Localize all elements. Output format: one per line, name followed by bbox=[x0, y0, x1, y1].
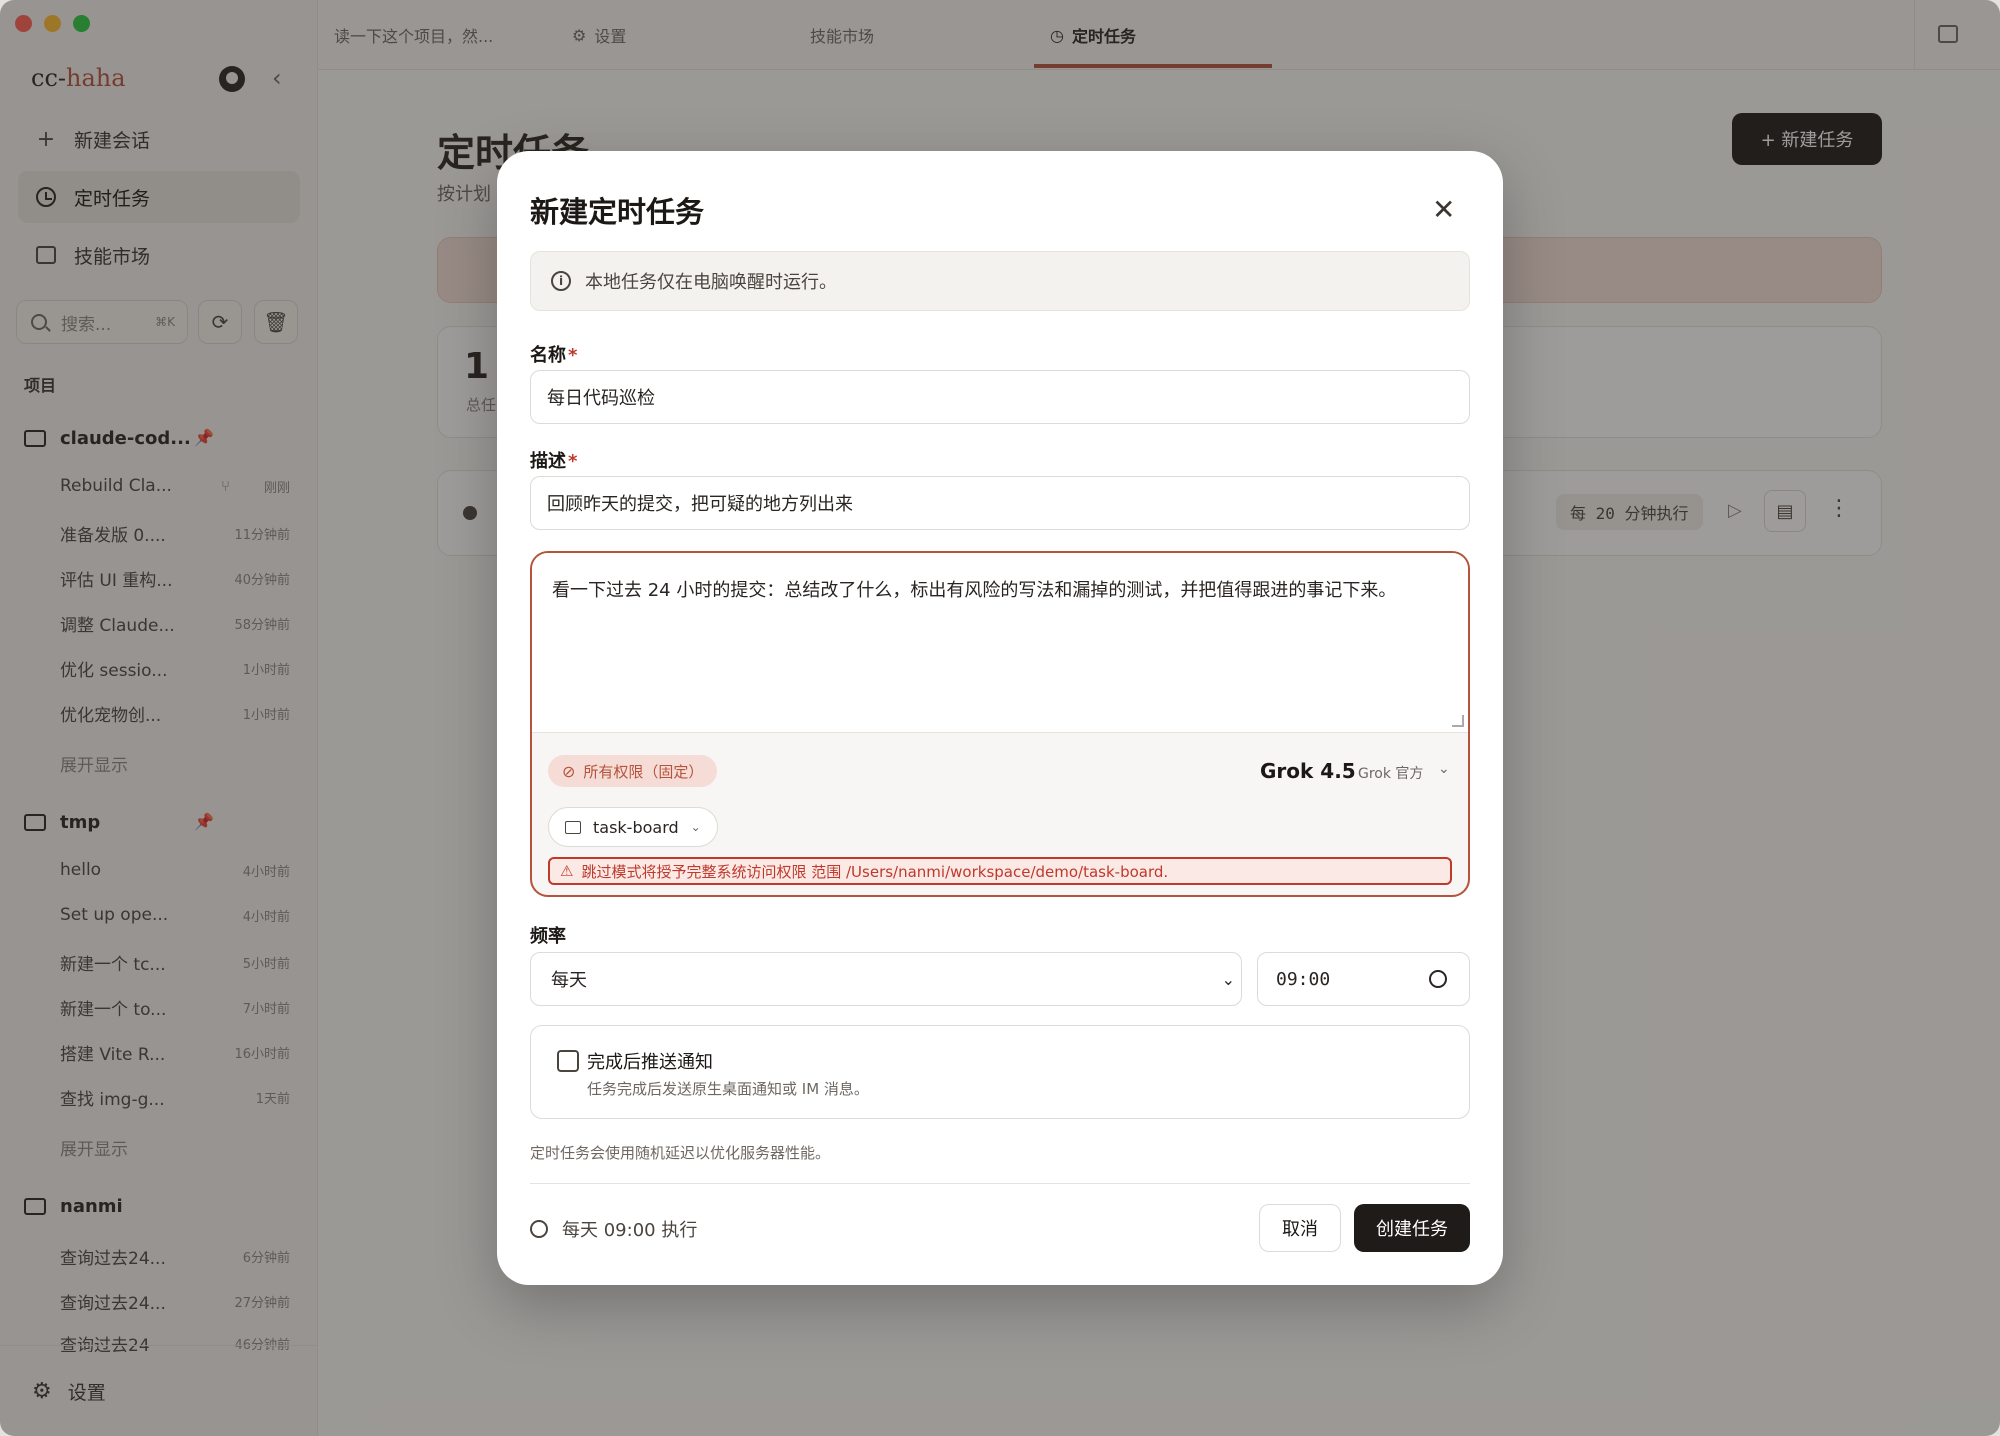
clock-icon bbox=[1429, 970, 1447, 988]
label-text: 描述 bbox=[530, 451, 566, 472]
warning-icon: ⚠ bbox=[560, 862, 574, 880]
bypass-warning: ⚠ 跳过模式将授予完整系统访问权限 范围 /Users/nanmi/workspa… bbox=[548, 857, 1452, 885]
name-label: 名称 * bbox=[530, 341, 577, 367]
folder-icon bbox=[565, 820, 581, 834]
resize-handle[interactable] bbox=[1452, 715, 1464, 727]
chevron-down-icon: ⌄ bbox=[690, 820, 701, 834]
warning-text: 跳过模式将授予完整系统访问权限 范围 /Users/nanmi/workspac… bbox=[581, 862, 1169, 881]
frequency-value: 每天 bbox=[551, 970, 587, 991]
chevron-down-icon[interactable]: ⌄ bbox=[1438, 761, 1450, 777]
time-input[interactable]: 09:00 bbox=[1257, 952, 1470, 1006]
schedule-summary: 每天 09:00 执行 bbox=[530, 1216, 697, 1242]
project-selector[interactable]: task-board ⌄ bbox=[548, 807, 718, 847]
permission-badge[interactable]: ⊘ 所有权限（固定） bbox=[548, 755, 718, 787]
project-name: task-board bbox=[593, 817, 679, 837]
notify-option[interactable]: 完成后推送通知 任务完成后发送原生桌面通知或 IM 消息。 bbox=[530, 1025, 1470, 1119]
create-task-button[interactable]: 创建任务 bbox=[1354, 1204, 1470, 1252]
model-provider[interactable]: Grok 官方 bbox=[1358, 763, 1423, 783]
dialog-title: 新建定时任务 bbox=[530, 195, 705, 229]
frequency-label: 频率 bbox=[530, 926, 566, 947]
new-task-dialog: 新建定时任务 ✕ i 本地任务仅在电脑唤醒时运行。 名称 * 每日代码巡检 描述 *… bbox=[497, 151, 1503, 1285]
info-text: 本地任务仅在电脑唤醒时运行。 bbox=[585, 272, 837, 293]
required-mark: * bbox=[568, 345, 578, 366]
description-label: 描述 * bbox=[530, 447, 577, 473]
prompt-editor: 看一下过去 24 小时的提交：总结改了什么，标出有风险的写法和漏掉的测试，并把值… bbox=[530, 551, 1470, 897]
footer-divider bbox=[530, 1183, 1470, 1184]
name-input[interactable]: 每日代码巡检 bbox=[530, 370, 1470, 424]
notify-checkbox[interactable] bbox=[557, 1050, 579, 1072]
schedule-text: 每天 09:00 执行 bbox=[562, 1220, 698, 1241]
description-input[interactable]: 回顾昨天的提交，把可疑的地方列出来 bbox=[530, 476, 1470, 530]
jitter-note: 定时任务会使用随机延迟以优化服务器性能。 bbox=[530, 1144, 831, 1162]
chevron-down-icon: ⌄ bbox=[1221, 969, 1235, 989]
permission-text: 所有权限（固定） bbox=[583, 762, 704, 781]
required-mark: * bbox=[568, 451, 578, 472]
info-icon: i bbox=[551, 271, 571, 291]
info-note: i 本地任务仅在电脑唤醒时运行。 bbox=[530, 251, 1470, 311]
prompt-textarea[interactable]: 看一下过去 24 小时的提交：总结改了什么，标出有风险的写法和漏掉的测试，并把值… bbox=[532, 553, 1468, 733]
cancel-button[interactable]: 取消 bbox=[1259, 1204, 1341, 1252]
close-icon[interactable]: ✕ bbox=[1432, 193, 1455, 226]
app-window: cc-haha ‹ + 新建会话 定时任务 技能市场 搜索... ⌘K ⟳ 🗑 … bbox=[0, 0, 2000, 1436]
model-name[interactable]: Grok 4.5 bbox=[1260, 759, 1356, 783]
label-text: 名称 bbox=[530, 345, 566, 366]
permission-icon: ⊘ bbox=[562, 761, 576, 781]
time-value: 09:00 bbox=[1276, 968, 1331, 990]
notify-title: 完成后推送通知 bbox=[587, 1052, 713, 1073]
notify-description: 任务完成后发送原生桌面通知或 IM 消息。 bbox=[587, 1080, 869, 1098]
frequency-select[interactable]: 每天 ⌄ bbox=[530, 952, 1242, 1006]
clock-icon bbox=[530, 1220, 548, 1238]
